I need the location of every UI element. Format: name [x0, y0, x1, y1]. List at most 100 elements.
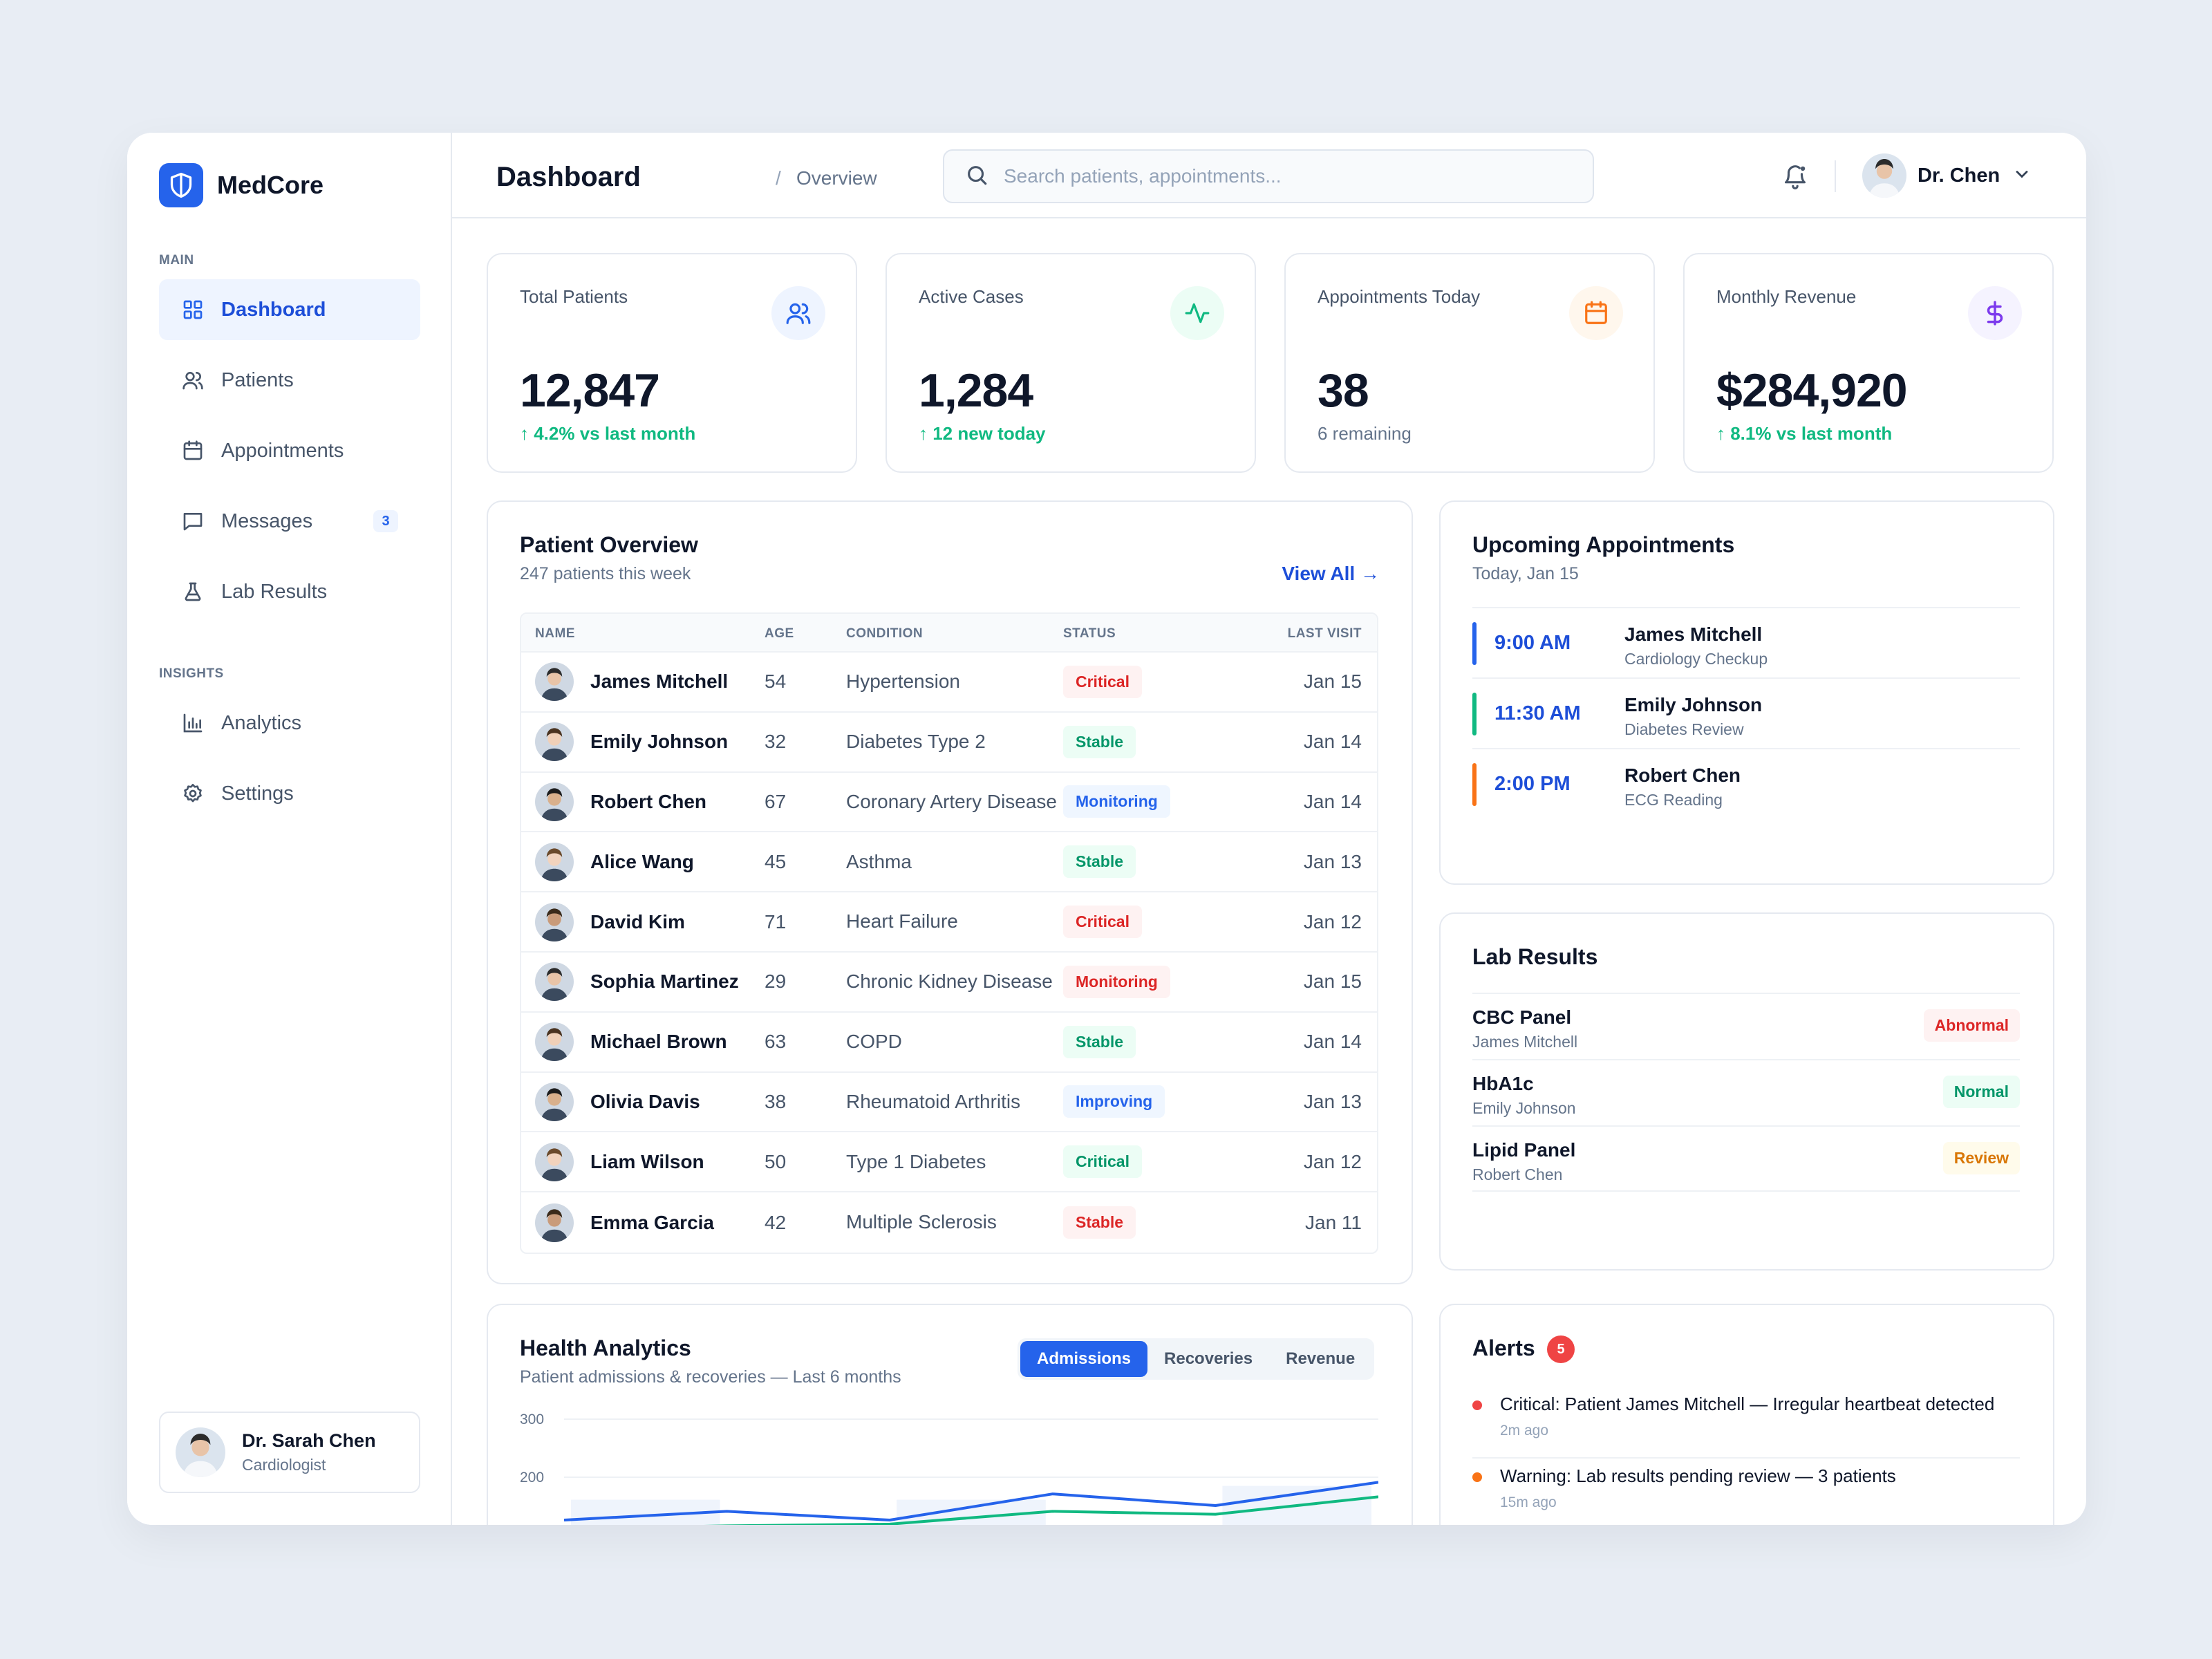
- sidebar-item-label: Appointments: [221, 439, 344, 462]
- patient-condition: COPD: [846, 1031, 902, 1053]
- sidebar-item-messages[interactable]: Messages 3: [159, 491, 420, 552]
- patient-age: 38: [765, 1090, 787, 1112]
- patient-name-cell: James Mitchell: [535, 653, 728, 711]
- avatar: [176, 1427, 225, 1477]
- patient-name: Sophia Martinez: [590, 971, 739, 993]
- sidebar-item-dashboard[interactable]: Dashboard: [159, 279, 420, 340]
- table-row[interactable]: Michael Brown 63 COPD Stable Jan 14: [521, 1013, 1377, 1073]
- patient-name: Olivia Davis: [590, 1090, 700, 1112]
- logo[interactable]: MedCore: [159, 163, 324, 207]
- lab-patient: Emily Johnson: [1472, 1099, 1576, 1117]
- table-row[interactable]: Emma Garcia 42 Multiple Sclerosis Stable Jan…: [521, 1192, 1377, 1253]
- patient-age: 50: [765, 1150, 787, 1172]
- stat-card-total-patients[interactable]: Total Patients 12,847 ↑ 4.2% vs last mon…: [487, 253, 857, 473]
- column-header-condition[interactable]: CONDITION: [846, 626, 923, 641]
- patient-name: Liam Wilson: [590, 1150, 704, 1172]
- appointment-item[interactable]: 9:00 AM James Mitchell Cardiology Checku…: [1472, 607, 2020, 677]
- appointment-item[interactable]: 11:30 AM Emily Johnson Diabetes Review: [1472, 677, 2020, 748]
- panel-subtitle: 247 patients this week: [520, 564, 691, 583]
- patient-condition: Multiple Sclerosis: [846, 1211, 997, 1233]
- lab-result-item[interactable]: Lipid Panel Robert Chen Review: [1472, 1125, 2020, 1192]
- search-bar[interactable]: [943, 149, 1594, 203]
- tab-recoveries[interactable]: Recoveries: [1147, 1341, 1269, 1377]
- table-row[interactable]: Sophia Martinez 29 Chronic Kidney Disease M…: [521, 953, 1377, 1013]
- stat-card-monthly-revenue[interactable]: Monthly Revenue $284,920 ↑ 8.1% vs last …: [1683, 253, 2054, 473]
- appointment-item[interactable]: 2:00 PM Robert Chen ECG Reading: [1472, 748, 2020, 818]
- view-all-link[interactable]: View All →: [1282, 563, 1380, 585]
- sidebar-item-label: Lab Results: [221, 580, 328, 603]
- sidebar-item-analytics[interactable]: Analytics: [159, 693, 420, 753]
- breadcrumb-separator: /: [776, 167, 781, 189]
- search-input[interactable]: [1004, 165, 1571, 187]
- column-header-last-visit[interactable]: LAST VISIT: [1288, 626, 1362, 641]
- sidebar-item-appointments[interactable]: Appointments: [159, 420, 420, 481]
- alert-dot: [1472, 1400, 1482, 1410]
- health-analytics-panel: Health Analytics Patient admissions & re…: [487, 1304, 1413, 1525]
- stat-value: 1,284: [919, 364, 1033, 417]
- patient-age: 67: [765, 790, 787, 812]
- patient-name-cell: Olivia Davis: [535, 1073, 700, 1132]
- column-header-age[interactable]: AGE: [765, 626, 794, 641]
- patient-condition: Asthma: [846, 850, 912, 872]
- tab-revenue[interactable]: Revenue: [1269, 1341, 1371, 1377]
- patient-age: 42: [765, 1211, 787, 1233]
- status-badge: Abnormal: [1923, 1009, 2020, 1042]
- status-cell: Monitoring: [1063, 773, 1170, 832]
- table-row[interactable]: David Kim 71 Heart Failure Critical Jan 12: [521, 892, 1377, 953]
- tab-admissions[interactable]: Admissions: [1020, 1341, 1148, 1377]
- status-badge: Stable: [1063, 1025, 1136, 1058]
- patient-name-cell: Emily Johnson: [535, 713, 728, 771]
- patient-name-cell: Sophia Martinez: [535, 953, 739, 1011]
- stat-card-appointments-today[interactable]: Appointments Today 38 6 remaining: [1284, 253, 1655, 473]
- status-cell: Improving: [1063, 1073, 1165, 1132]
- appointment-type: Cardiology Checkup: [1624, 650, 1768, 668]
- table-row[interactable]: Robert Chen 67 Coronary Artery Disease Moni…: [521, 773, 1377, 833]
- sidebar-item-lab-results[interactable]: Lab Results: [159, 561, 420, 622]
- table-row[interactable]: Emily Johnson 32 Diabetes Type 2 Stable Jan …: [521, 713, 1377, 773]
- appointment-color-bar: [1472, 763, 1477, 806]
- avatar: [535, 1082, 574, 1121]
- notifications-bell-icon[interactable]: [1779, 160, 1811, 192]
- lab-result-item[interactable]: CBC Panel James Mitchell Abnormal: [1472, 993, 2020, 1059]
- search-icon: [965, 163, 988, 190]
- avatar: [535, 842, 574, 881]
- current-user-card[interactable]: Dr. Sarah Chen Cardiologist: [159, 1412, 420, 1493]
- status-badge: Monitoring: [1063, 785, 1170, 818]
- column-header-status[interactable]: STATUS: [1063, 626, 1116, 641]
- alert-item[interactable]: Critical: Patient James Mitchell — Irreg…: [1472, 1387, 2020, 1459]
- lab-patient: Robert Chen: [1472, 1165, 1563, 1183]
- patient-name-cell: Emma Garcia: [535, 1192, 714, 1253]
- table-row[interactable]: James Mitchell 54 Hypertension Critical Jan …: [521, 653, 1377, 713]
- column-header-name[interactable]: NAME: [535, 626, 575, 641]
- patient-name: James Mitchell: [590, 671, 729, 693]
- stat-value: 12,847: [520, 364, 660, 417]
- status-badge: Stable: [1063, 725, 1136, 758]
- avatar: [535, 1142, 574, 1181]
- breadcrumb-current[interactable]: Overview: [796, 167, 877, 189]
- table-row[interactable]: Olivia Davis 38 Rheumatoid Arthritis Improv…: [521, 1073, 1377, 1133]
- patient-last-visit: Jan 11: [1305, 1211, 1362, 1233]
- app-window: MedCore MAIN Dashboard Patients Appointm…: [127, 133, 2086, 1525]
- status-badge: Monitoring: [1063, 965, 1170, 998]
- patient-last-visit: Jan 14: [1303, 731, 1362, 753]
- appointment-time: 2:00 PM: [1494, 773, 1571, 795]
- table-header: NAME AGE CONDITION STATUS LAST VISIT: [521, 614, 1377, 653]
- patient-last-visit: Jan 12: [1303, 1150, 1362, 1172]
- profile-menu[interactable]: Dr. Chen: [1862, 153, 2032, 198]
- sidebar-item-patients[interactable]: Patients: [159, 350, 420, 411]
- stat-trend: ↑ 4.2% vs last month: [520, 423, 696, 444]
- users-icon: [771, 286, 825, 340]
- status-cell: Critical: [1063, 653, 1142, 711]
- alert-item[interactable]: Warning: Lab results pending review — 3 …: [1472, 1459, 2020, 1525]
- panel-title: Health Analytics: [520, 1335, 691, 1360]
- stat-label: Total Patients: [520, 286, 628, 307]
- patient-condition: Diabetes Type 2: [846, 731, 986, 753]
- table-row[interactable]: Liam Wilson 50 Type 1 Diabetes Critical Jan …: [521, 1132, 1377, 1193]
- alert-dot: [1472, 1472, 1482, 1482]
- table-row[interactable]: Alice Wang 45 Asthma Stable Jan 13: [521, 832, 1377, 893]
- stat-card-active-cases[interactable]: Active Cases 1,284 ↑ 12 new today: [885, 253, 1256, 473]
- sidebar-item-settings[interactable]: Settings: [159, 763, 420, 824]
- top-header: Dashboard / Overview Dr. Chen: [452, 133, 2086, 218]
- lab-result-item[interactable]: HbA1c Emily Johnson Normal: [1472, 1059, 2020, 1125]
- bar-chart-icon: [180, 710, 206, 736]
